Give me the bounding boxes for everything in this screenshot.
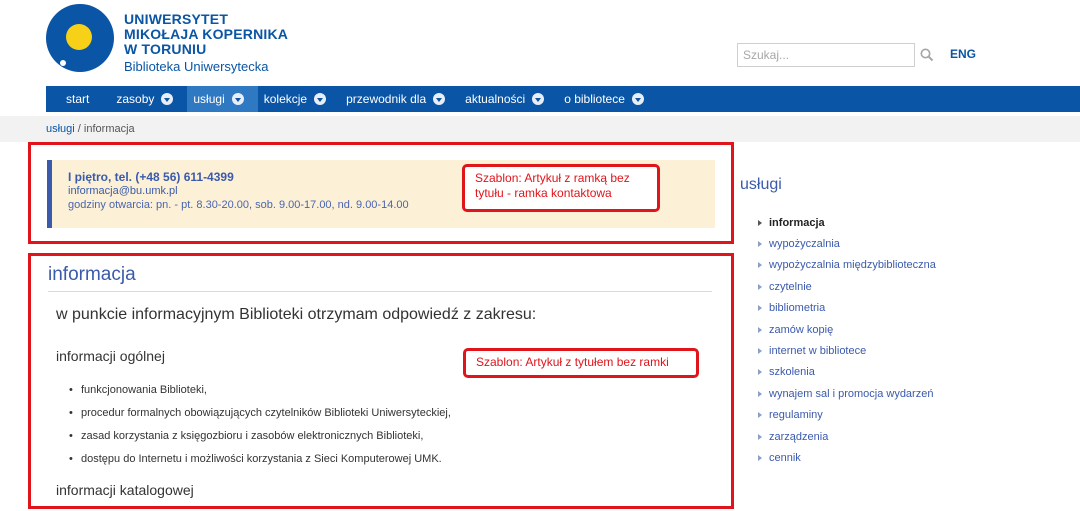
caret-right-icon <box>758 454 762 461</box>
sidebar-title: usługi <box>740 176 782 193</box>
logo-line-1: UNIWERSYTET <box>124 11 229 27</box>
breadcrumb-current: informacja <box>83 123 135 135</box>
logo-line-2: MIKOŁAJA KOPERNIKA <box>124 26 289 42</box>
sidebar-item-czytelnie[interactable]: czytelnie <box>758 276 936 297</box>
sidebar-item-label: wynajem sal i promocja wydarzeń <box>769 387 934 400</box>
bullet-list: funkcjonowania Biblioteki, procedur form… <box>69 384 451 476</box>
nav-item-label: aktualności <box>465 92 526 106</box>
chevron-down-icon[interactable] <box>231 93 244 105</box>
nav-item-label: usługi <box>193 92 225 106</box>
sidebar-item-zamow-kopie[interactable]: zamów kopię <box>758 319 936 340</box>
nav-item-label: kolekcje <box>263 92 308 106</box>
nav-item-label: zasoby <box>116 92 155 106</box>
caret-right-icon <box>758 305 762 312</box>
nav-item-przewodnik[interactable]: przewodnik dla <box>340 86 459 112</box>
article-title: informacja <box>48 264 136 285</box>
sidebar-item-label: czytelnie <box>769 280 812 293</box>
sidebar-item-bibliometria[interactable]: bibliometria <box>758 298 936 319</box>
sidebar-item-zarzadzenia[interactable]: zarządzenia <box>758 426 936 447</box>
breadcrumb: usługi / informacja <box>46 123 135 135</box>
chevron-down-icon[interactable] <box>433 93 446 105</box>
section-heading-general: informacji ogólnej <box>56 348 165 364</box>
caret-right-icon <box>758 326 762 333</box>
caret-right-icon <box>758 219 762 226</box>
sidebar-item-wypozyczalnia[interactable]: wypożyczalnia <box>758 233 936 254</box>
caret-right-icon <box>758 241 762 248</box>
sidebar-item-label: informacja <box>769 216 825 229</box>
chevron-down-icon[interactable] <box>532 93 545 105</box>
main-nav: start zasoby usługi kolekcje przewodnik … <box>46 86 1080 112</box>
template-tag-contact: Szablon: Artykuł z ramką bez tytułu - ra… <box>462 164 660 212</box>
sidebar-item-informacja[interactable]: informacja <box>758 212 936 233</box>
list-item: zasad korzystania z księgozbioru i zasob… <box>69 430 451 453</box>
sidebar-item-szkolenia[interactable]: szkolenia <box>758 362 936 383</box>
site-header: UNIWERSYTET MIKOŁAJA KOPERNIKA W TORUNIU… <box>0 0 1080 84</box>
section-heading-catalog: informacji katalogowej <box>56 482 194 498</box>
list-item: funkcjonowania Biblioteki, <box>69 384 451 407</box>
caret-right-icon <box>758 262 762 269</box>
nav-item-start[interactable]: start <box>60 86 110 112</box>
language-switch-link[interactable]: ENG <box>950 47 976 61</box>
sidebar-item-label: zamów kopię <box>769 323 834 336</box>
caret-right-icon <box>758 390 762 397</box>
caret-right-icon <box>758 348 762 355</box>
sidebar-item-regulaminy[interactable]: regulaminy <box>758 405 936 426</box>
article-divider <box>48 291 712 292</box>
caret-right-icon <box>758 412 762 419</box>
nav-item-kolekcje[interactable]: kolekcje <box>258 86 340 112</box>
logo-sun-icon <box>66 24 92 50</box>
chevron-down-icon[interactable] <box>161 93 174 105</box>
chevron-down-icon[interactable] <box>314 93 327 105</box>
sidebar-item-label: szkolenia <box>769 366 815 379</box>
sidebar-item-label: regulaminy <box>769 409 823 422</box>
nav-item-label: przewodnik dla <box>346 92 427 106</box>
logo-text[interactable]: UNIWERSYTET MIKOŁAJA KOPERNIKA W TORUNIU… <box>124 12 288 75</box>
caret-right-icon <box>758 369 762 376</box>
list-item: dostępu do Internetu i możliwości korzys… <box>69 453 451 476</box>
logo-dot-icon <box>60 60 66 66</box>
search-input[interactable] <box>737 43 915 67</box>
sidebar-item-wypozyczalnia-miedzybiblioteczna[interactable]: wypożyczalnia międzybiblioteczna <box>758 255 936 276</box>
nav-item-o-bibliotece[interactable]: o bibliotece <box>558 86 658 112</box>
nav-item-zasoby[interactable]: zasoby <box>110 86 187 112</box>
sidebar-item-wynajem-sal[interactable]: wynajem sal i promocja wydarzeń <box>758 383 936 404</box>
article-lead: w punkcie informacyjnym Biblioteki otrzy… <box>56 306 537 323</box>
caret-right-icon <box>758 433 762 440</box>
nav-item-aktualnosci[interactable]: aktualności <box>459 86 558 112</box>
sidebar-item-label: wypożyczalnia międzybiblioteczna <box>769 259 936 272</box>
chevron-down-icon[interactable] <box>631 93 644 105</box>
search-icon[interactable] <box>918 46 936 64</box>
logo-subtitle: Biblioteka Uniwersytecka <box>124 59 269 74</box>
list-item: procedur formalnych obowiązujących czyte… <box>69 407 451 430</box>
sidebar-item-label: internet w bibliotece <box>769 345 867 358</box>
logo-line-3: W TORUNIU <box>124 41 207 57</box>
sidebar-item-cennik[interactable]: cennik <box>758 447 936 468</box>
template-tag-article: Szablon: Artykuł z tytułem bez ramki <box>463 348 699 378</box>
sidebar-item-label: cennik <box>769 451 801 464</box>
nav-item-label: start <box>66 92 90 106</box>
sidebar-item-label: bibliometria <box>769 302 826 315</box>
sidebar-nav: informacja wypożyczalnia wypożyczalnia m… <box>758 212 936 469</box>
sidebar-item-label: zarządzenia <box>769 430 829 443</box>
sidebar-item-label: wypożyczalnia <box>769 238 840 251</box>
nav-item-label: o bibliotece <box>564 92 625 106</box>
breadcrumb-link-uslugi[interactable]: usługi <box>46 123 75 135</box>
sidebar-item-internet[interactable]: internet w bibliotece <box>758 340 936 361</box>
breadcrumb-bar: usługi / informacja <box>0 116 1080 142</box>
breadcrumb-separator: / <box>74 123 84 135</box>
caret-right-icon <box>758 283 762 290</box>
nav-item-uslugi[interactable]: usługi <box>187 86 258 112</box>
